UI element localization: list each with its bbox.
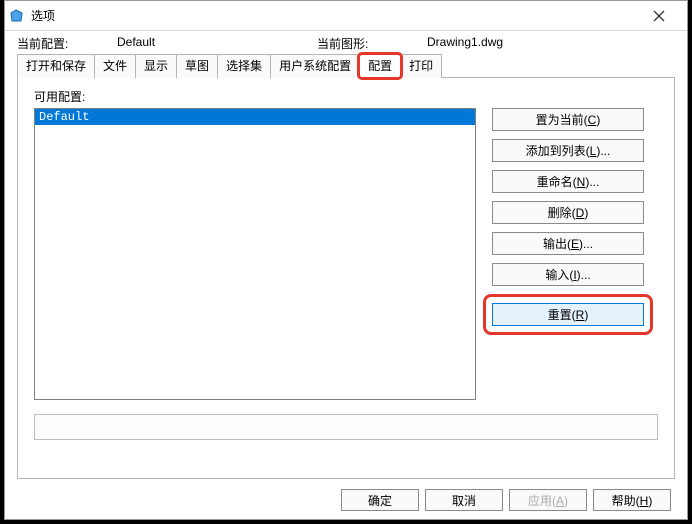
description-box bbox=[34, 414, 658, 440]
help-button[interactable]: 帮助(H) bbox=[593, 489, 671, 511]
close-icon bbox=[653, 10, 665, 22]
reset-button[interactable]: 重置(R) bbox=[492, 303, 644, 326]
delete-button[interactable]: 删除(D) bbox=[492, 201, 644, 224]
info-row: 当前配置: Default 当前图形: Drawing1.dwg bbox=[5, 31, 687, 54]
set-current-button[interactable]: 置为当前(C) bbox=[492, 108, 644, 131]
side-button-column: 置为当前(C) 添加到列表(L)... 重命名(N)... 删除(D) 输出(E… bbox=[492, 108, 644, 400]
tab-print[interactable]: 打印 bbox=[400, 54, 442, 78]
tab-profiles[interactable]: 配置 bbox=[359, 54, 401, 78]
ok-button[interactable]: 确定 bbox=[341, 489, 419, 511]
rename-button[interactable]: 重命名(N)... bbox=[492, 170, 644, 193]
tab-open-save[interactable]: 打开和保存 bbox=[17, 54, 95, 78]
tab-file[interactable]: 文件 bbox=[94, 54, 136, 78]
reset-highlight: 重置(R) bbox=[483, 294, 653, 335]
list-item[interactable]: Default bbox=[35, 109, 475, 125]
current-profile-label: 当前配置: bbox=[17, 35, 77, 52]
tab-panel: 可用配置: Default 置为当前(C) 添加到列表(L)... 重命名(N)… bbox=[17, 77, 675, 479]
current-drawing-label: 当前图形: bbox=[317, 35, 377, 52]
available-profiles-label: 可用配置: bbox=[34, 88, 658, 105]
tab-user-preferences[interactable]: 用户系统配置 bbox=[270, 54, 360, 78]
cancel-button[interactable]: 取消 bbox=[425, 489, 503, 511]
app-icon bbox=[9, 8, 25, 24]
apply-button[interactable]: 应用(A) bbox=[509, 489, 587, 511]
current-profile-value: Default bbox=[77, 35, 317, 52]
import-button[interactable]: 输入(I)... bbox=[492, 263, 644, 286]
titlebar: 选项 bbox=[5, 1, 687, 31]
options-dialog: 选项 当前配置: Default 当前图形: Drawing1.dwg 打开和保… bbox=[4, 0, 688, 520]
close-button[interactable] bbox=[637, 2, 681, 30]
tab-sketch[interactable]: 草图 bbox=[176, 54, 218, 78]
tab-selection[interactable]: 选择集 bbox=[217, 54, 271, 78]
tab-display[interactable]: 显示 bbox=[135, 54, 177, 78]
export-button[interactable]: 输出(E)... bbox=[492, 232, 644, 255]
profiles-listbox[interactable]: Default bbox=[34, 108, 476, 400]
footer-buttons: 确定 取消 应用(A) 帮助(H) bbox=[341, 489, 671, 511]
current-drawing-value: Drawing1.dwg bbox=[377, 35, 503, 52]
window-title: 选项 bbox=[31, 7, 637, 24]
add-to-list-button[interactable]: 添加到列表(L)... bbox=[492, 139, 644, 162]
tabs: 打开和保存 文件 显示 草图 选择集 用户系统配置 配置 打印 bbox=[17, 54, 675, 78]
